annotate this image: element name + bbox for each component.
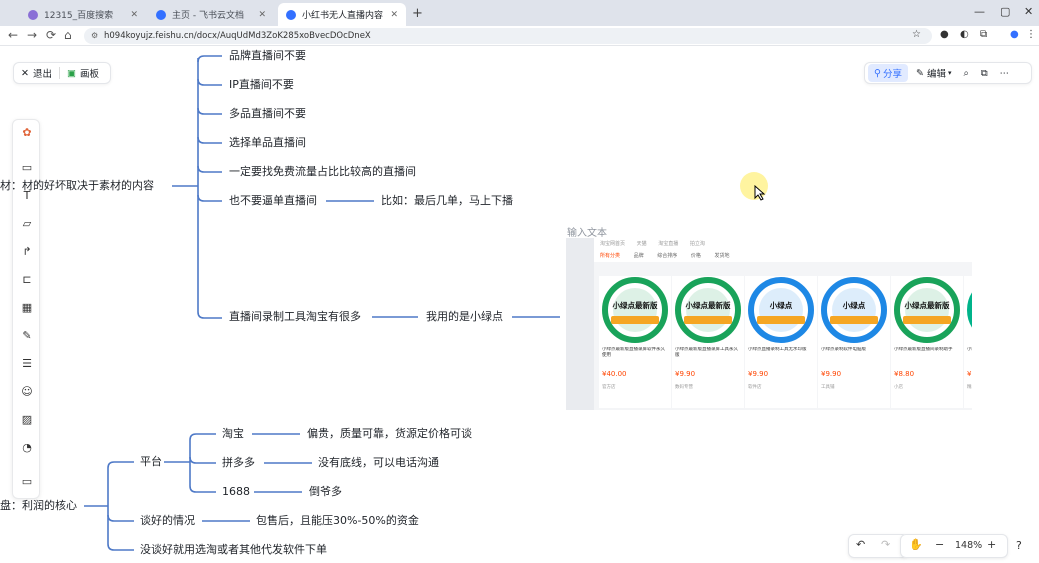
image-nav-item: 淘宝直播 (658, 241, 679, 247)
platform-name-node[interactable]: 拼多多 (222, 456, 255, 470)
product-thumbnail: 小绿点 (747, 276, 815, 344)
platform-note-node[interactable]: 倒爷多 (309, 485, 342, 499)
product-card[interactable]: 小绿点小绿点直播录制工具无水印版 ¥9.90 软件店 (745, 276, 817, 408)
image-filter: 发货地 (714, 253, 730, 259)
product-desc: 小绿点最新版直播间录制助手 (894, 347, 953, 352)
product-badge: 小绿点最新版 (612, 301, 658, 310)
product-price: ¥8.80 (894, 370, 915, 378)
platform-note-node[interactable]: 没有底线，可以电话沟通 (318, 456, 439, 470)
product-desc: 小绿点直播录制工具无水印版 (748, 347, 807, 352)
product-shop: 小店 (894, 385, 903, 390)
platform-name-node[interactable]: 淘宝 (222, 427, 244, 441)
zoom-level[interactable]: 148% (955, 540, 982, 551)
product-desc: 小绿点稳定版永久使用 (967, 347, 972, 352)
branch1-child-node[interactable]: 多品直播间不要 (229, 107, 306, 121)
tool-node[interactable]: 我用的是小绿点 (426, 310, 503, 324)
product-desc: 小绿点最新版直播录屏工具永久版 (675, 347, 738, 358)
product-thumbnail: 小绿点最新版 (674, 276, 742, 344)
zoom-in-icon[interactable]: + (987, 538, 996, 551)
image-filter: 品牌 (633, 253, 644, 259)
product-price: ¥9.90 (821, 370, 842, 378)
product-price: ¥9.90 (675, 370, 696, 378)
product-thumbnail: 小绿点稳定版 (966, 276, 972, 344)
branch1-child-node[interactable]: 品牌直播间不要 (229, 49, 306, 63)
platform-name-node[interactable]: 1688 (222, 485, 250, 499)
zoom-out-icon[interactable]: − (935, 538, 944, 551)
image-nav-item: 天猫 (636, 241, 647, 247)
mouse-pointer-icon (754, 185, 766, 201)
undo-redo-bar: ↶ ↷ (848, 534, 908, 558)
product-price: ¥9.90 (748, 370, 769, 378)
branch2-root-node[interactable]: 盘：利润的核心 (0, 499, 77, 513)
product-shop: 官方店 (602, 385, 616, 390)
product-badge: 小绿点最新版 (685, 301, 731, 310)
product-price: ¥3.00 (967, 370, 972, 378)
input-text-hint[interactable]: 输入文本 (567, 224, 607, 239)
product-card[interactable]: 小绿点小绿点录制软件电脑版 ¥9.90 工具铺 (818, 276, 890, 408)
product-desc: 小绿点录制软件电脑版 (821, 347, 866, 352)
zoom-bar: ✋ − 148% + (900, 534, 1008, 558)
branch1-child-node[interactable]: 一定要找免费流量占比比较高的直播间 (229, 165, 416, 179)
product-thumbnail: 小绿点最新版 (601, 276, 669, 344)
product-desc: 小绿点最新版直播录屏软件永久使用 (602, 347, 665, 358)
product-card[interactable]: 小绿点最新版小绿点最新版直播间录制助手 ¥8.80 小店 (891, 276, 963, 408)
help-icon[interactable]: ? (1016, 539, 1022, 552)
hand-tool-icon[interactable]: ✋ (909, 538, 923, 551)
platform-node[interactable]: 平台 (140, 455, 162, 469)
product-shop: 软件店 (748, 385, 762, 390)
product-badge: 小绿点 (769, 301, 793, 310)
product-shop: 工具铺 (821, 385, 835, 390)
image-nav-item: 淘宝网首页 (600, 241, 626, 247)
image-sidebar (566, 238, 594, 410)
branch1-child-node[interactable]: 也不要逼单直播间 (229, 194, 317, 208)
product-card[interactable]: 小绿点最新版 小绿点最新版直播录屏工具永久版 ¥9.90 数码专营 (672, 276, 744, 408)
branch1-child-node[interactable]: IP直播间不要 (229, 78, 294, 92)
product-thumbnail: 小绿点 (820, 276, 888, 344)
branch1-child-node[interactable]: 直播间录制工具淘宝有很多 (229, 310, 361, 324)
image-filter-row: 所有分类 品牌 综合排序 价格 发货地 (594, 250, 972, 262)
product-shop: 数码专营 (675, 385, 693, 390)
product-shop: 精品店 (967, 385, 972, 390)
branch1-root-node[interactable]: 材：材的好坏取决于素材的内容 (0, 179, 154, 193)
redo-icon[interactable]: ↷ (881, 538, 890, 551)
negotiated-node[interactable]: 谈好的情况 (140, 514, 195, 528)
undo-icon[interactable]: ↶ (856, 538, 865, 551)
negotiated-note-node[interactable]: 包售后，且能压30%-50%的资金 (256, 514, 419, 528)
product-price: ¥40.00 (602, 370, 627, 378)
product-thumbnail: 小绿点最新版 (893, 276, 961, 344)
product-badge: 小绿点最新版 (904, 301, 950, 310)
platform-note-node[interactable]: 偏贵，质量可靠，货源定价格可谈 (307, 427, 472, 441)
product-card[interactable]: 小绿点最新版 小绿点最新版直播录屏软件永久使用 ¥40.00 官方店 (599, 276, 671, 408)
branch1-child-node[interactable]: 选择单品直播间 (229, 136, 306, 150)
product-badge: 小绿点稳定版 (966, 300, 972, 311)
not-negotiated-node[interactable]: 没谈好就用选淘或者其他代发软件下单 (140, 543, 327, 557)
product-card[interactable]: 小绿点稳定版小绿点稳定版永久使用 ¥3.00 精品店 (964, 276, 972, 408)
example-node[interactable]: 比如：最后几单，马上下播 (381, 194, 513, 208)
image-filter: 价格 (690, 253, 701, 259)
product-screenshot-image[interactable]: 淘宝网首页 天猫 淘宝直播 拍立淘 所有分类 品牌 综合排序 价格 发货地 小绿… (566, 238, 972, 410)
image-filter-active: 所有分类 (600, 253, 621, 259)
product-badge: 小绿点 (842, 301, 866, 310)
image-top-nav: 淘宝网首页 天猫 淘宝直播 拍立淘 (594, 238, 972, 250)
image-nav-item: 拍立淘 (689, 241, 705, 247)
image-filter: 综合排序 (657, 253, 678, 259)
